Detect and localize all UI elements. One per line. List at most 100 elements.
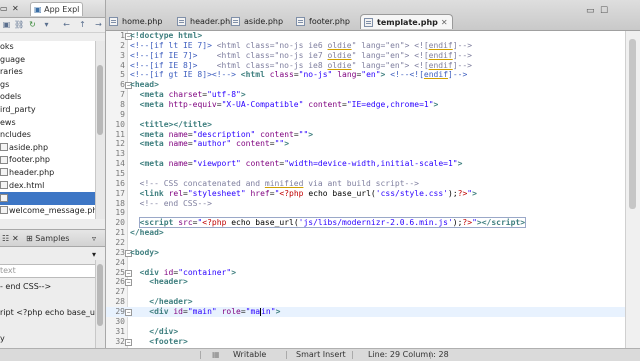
editor-tab[interactable]: footer.php <box>293 14 354 29</box>
minimize-editor-icon[interactable]: ▭ <box>586 6 596 16</box>
tree-item[interactable]: gs <box>0 79 95 92</box>
code-text: <!--[if lt IE 7]> <html class="no-js ie6… <box>130 40 473 50</box>
tree-scrollbar-thumb[interactable] <box>97 65 103 135</box>
code-line[interactable]: 25− <div id="container"> <box>106 268 626 278</box>
status-separator <box>200 351 201 359</box>
code-line[interactable]: 7 <meta charset="utf-8"> <box>106 90 626 100</box>
code-line[interactable]: 30 <box>106 317 626 327</box>
code-text: <link rel="stylesheet" href="<?php echo … <box>139 188 477 198</box>
line-number: 18 <box>115 198 125 208</box>
outline-scrollbar[interactable] <box>95 260 105 348</box>
tree-item[interactable]: raries <box>0 66 95 79</box>
code-text: <meta charset="utf-8"> <box>139 90 246 100</box>
outline-close-icon[interactable]: ✕ <box>12 232 19 245</box>
maximize-editor-icon[interactable]: ☐ <box>600 6 610 16</box>
outline-item[interactable]: ript <?php echo base_url('j <box>0 306 95 319</box>
editor-scrollbar[interactable] <box>625 31 640 348</box>
outline-item[interactable] <box>0 319 95 332</box>
refresh-icon[interactable]: ↻ <box>28 20 37 29</box>
code-line[interactable]: 1− <!doctype html> <box>106 31 626 41</box>
tree-item[interactable]: ews <box>0 117 95 130</box>
editor-scrollbar-thumb[interactable] <box>629 39 636 209</box>
code-line[interactable]: 2 <!--[if lt IE 7]> <html class="no-js ie… <box>106 41 626 51</box>
code-line[interactable]: 26− <header> <box>106 277 626 287</box>
tree-item[interactable]: guage <box>0 54 95 67</box>
line-number: 4 <box>120 60 125 70</box>
line-number: 25 <box>115 267 125 277</box>
code-line[interactable]: 18 <!-- end CSS--> <box>106 199 626 209</box>
tab-app-explorer-label: App Expl <box>44 5 80 14</box>
tree-item[interactable]: ird_party <box>0 104 95 117</box>
editor-tab[interactable]: home.php <box>106 14 166 29</box>
view-menu-icon[interactable]: ▿ <box>92 232 96 245</box>
code-line[interactable]: 22 <box>106 238 626 248</box>
close-tab-icon[interactable]: ✕ <box>441 18 448 27</box>
up-icon[interactable]: ↑ <box>78 20 87 29</box>
code-line[interactable]: 21 </head> <box>106 228 626 238</box>
outline-item[interactable] <box>0 293 95 306</box>
code-text: </header> <box>149 297 193 307</box>
line-number: 17 <box>115 188 125 198</box>
line-number: 22 <box>115 238 125 248</box>
code-line[interactable]: 10 <title></title> <box>106 120 626 130</box>
code-line[interactable]: 8 <meta http-equiv="X-UA-Compatible" con… <box>106 100 626 110</box>
code-line[interactable]: 15 <box>106 169 626 179</box>
back-icon[interactable]: ← <box>62 20 71 29</box>
tree-item[interactable] <box>0 192 95 205</box>
app-explorer-icon: ▣ <box>34 5 42 14</box>
forward-icon[interactable]: → <box>94 20 103 29</box>
line-number: 32 <box>115 336 125 346</box>
code-line[interactable]: 4 <!--[if IE 8]> <html class="no-js ie8 o… <box>106 61 626 71</box>
editor-tab[interactable]: template.php ✕ <box>360 14 453 29</box>
tree-item[interactable]: footer.php <box>0 154 95 167</box>
outline-item[interactable]: y <box>0 332 95 345</box>
code-line[interactable]: 6− <head> <box>106 80 626 90</box>
code-line[interactable]: 23− <body> <box>106 248 626 258</box>
code-line[interactable]: 24 <box>106 258 626 268</box>
outline-menu-icon[interactable]: ▾ <box>92 250 96 259</box>
tree-item[interactable]: ncludes <box>0 129 95 142</box>
outline-item[interactable]: - end CSS--> <box>0 280 95 293</box>
close-icon[interactable]: ✕ <box>12 2 28 15</box>
code-line[interactable]: 31 </div> <box>106 327 626 337</box>
code-line[interactable]: 28 </header> <box>106 297 626 307</box>
code-line[interactable]: 13 <box>106 149 626 159</box>
line-number: 26 <box>115 277 125 287</box>
code-line[interactable]: 11 <meta name="description" content=""> <box>106 130 626 140</box>
editor-area: ▭ ☐ home.php header.php aside.php footer.ph… <box>106 0 640 348</box>
code-line[interactable]: 12 <meta name="author" content=""> <box>106 139 626 149</box>
outline-icon[interactable]: ☷ <box>2 232 9 245</box>
code-line[interactable]: 5 <!--[if gt IE 8]><!--> <html class="no-… <box>106 70 626 80</box>
code-line[interactable]: 16 <!-- CSS concatenated and minified vi… <box>106 179 626 189</box>
code-editor[interactable]: 1− <!doctype html> 2 <!--[if lt IE 7]> <htm… <box>106 31 626 348</box>
line-number: 10 <box>115 119 125 129</box>
code-line[interactable]: 17 <link rel="stylesheet" href="<?php ec… <box>106 189 626 199</box>
tree-item[interactable]: odels <box>0 91 95 104</box>
code-line[interactable]: 20 <script src="<?php echo base_url('js/… <box>106 217 626 229</box>
tree-item[interactable]: header.php <box>0 167 95 180</box>
code-line[interactable]: 32− <footer> <box>106 337 626 347</box>
outline-scrollbar-thumb[interactable] <box>97 264 103 326</box>
code-line[interactable]: 19 <box>106 208 626 218</box>
code-line[interactable]: 14 <meta name="viewport" content="width=… <box>106 159 626 169</box>
link-icon[interactable]: ⛓ <box>14 20 24 29</box>
editor-tab-label: home.php <box>122 17 163 26</box>
new-icon[interactable]: ▣ <box>2 20 11 29</box>
code-line[interactable]: 27 <box>106 287 626 297</box>
tab-samples[interactable]: ⊞ Samples <box>26 232 69 245</box>
tree-item[interactable]: welcome_message.php <box>0 205 95 218</box>
tree-item[interactable]: oks <box>0 41 95 54</box>
code-line[interactable]: 29− <div id="main" role="main"> <box>106 307 626 317</box>
tree-item[interactable]: dex.html <box>0 180 95 193</box>
tree-item[interactable]: aside.php <box>0 142 95 155</box>
dropdown-icon[interactable]: ▾ <box>42 20 51 29</box>
tree-scrollbar[interactable] <box>95 41 105 219</box>
filter-placeholder: text <box>0 266 16 275</box>
tab-app-explorer[interactable]: ▣ App Expl <box>30 2 84 16</box>
filter-input[interactable]: text <box>0 264 96 278</box>
code-line[interactable]: 3 <!--[if IE 7]> <html class="no-js ie7 o… <box>106 51 626 61</box>
editor-tab[interactable]: aside.php <box>228 14 287 29</box>
code-line[interactable]: 9 <box>106 110 626 120</box>
line-number: 6 <box>120 80 125 90</box>
editor-tab-label: footer.php <box>309 17 350 26</box>
